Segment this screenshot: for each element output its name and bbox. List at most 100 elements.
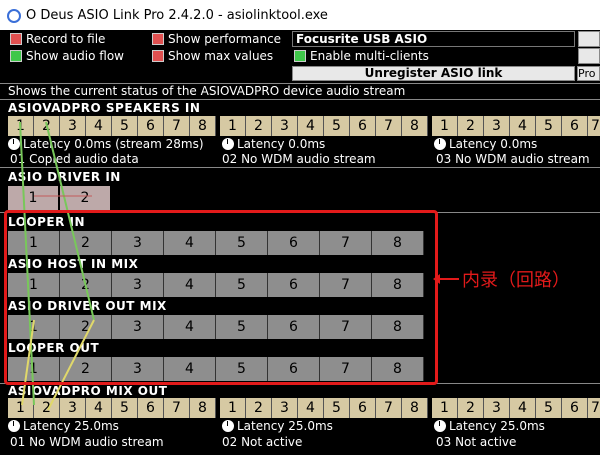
driver-out-mix-channel[interactable]: 8 [372, 315, 424, 339]
looper-in-channel[interactable]: 7 [320, 231, 372, 255]
speakers-in-channel[interactable]: 2 [246, 116, 272, 136]
device-side-button[interactable] [578, 31, 600, 47]
mix-out-stream-1: 01 No WDM audio stream [10, 435, 164, 449]
speakers-in-channel[interactable]: 1 [432, 116, 458, 136]
looper-out-channel[interactable]: 1 [8, 357, 60, 381]
driver-in-channel[interactable]: 2 [60, 186, 110, 210]
host-in-mix-channel[interactable]: 6 [268, 273, 320, 297]
multi-clients-checkbox-icon[interactable] [294, 50, 306, 62]
driver-out-mix-channel[interactable]: 7 [320, 315, 372, 339]
speakers-in-channel[interactable]: 8 [190, 116, 216, 136]
speakers-in-channel[interactable]: 6 [138, 116, 164, 136]
speakers-in-channel[interactable]: 7 [588, 116, 600, 136]
looper-out-channel[interactable]: 4 [164, 357, 216, 381]
looper-in-channel[interactable]: 5 [216, 231, 268, 255]
looper-out-channel[interactable]: 7 [320, 357, 372, 381]
looper-in-channel[interactable]: 3 [112, 231, 164, 255]
speakers-in-channel[interactable]: 5 [324, 116, 350, 136]
mix-out-channel[interactable]: 1 [8, 398, 34, 418]
mix-out-channel[interactable]: 5 [536, 398, 562, 418]
driver-out-mix-channel[interactable]: 4 [164, 315, 216, 339]
mix-out-channel[interactable]: 8 [402, 398, 428, 418]
mix-out-channel[interactable]: 7 [164, 398, 190, 418]
performance-checkbox-icon[interactable] [152, 33, 164, 45]
multi-clients-side-button[interactable] [578, 48, 600, 64]
speakers-in-channel[interactable]: 4 [86, 116, 112, 136]
speakers-in-channel[interactable]: 2 [458, 116, 484, 136]
mix-out-channel[interactable]: 3 [272, 398, 298, 418]
speakers-in-channel[interactable]: 4 [298, 116, 324, 136]
speakers-in-channel[interactable]: 7 [376, 116, 402, 136]
speakers-in-channel[interactable]: 3 [272, 116, 298, 136]
speakers-in-channel[interactable]: 8 [402, 116, 428, 136]
mix-out-channel[interactable]: 7 [376, 398, 402, 418]
mix-out-channel[interactable]: 6 [562, 398, 588, 418]
mix-out-channel[interactable]: 3 [60, 398, 86, 418]
speakers-in-channel[interactable]: 6 [562, 116, 588, 136]
audio-flow-checkbox-icon[interactable] [10, 50, 22, 62]
speakers-in-channel[interactable]: 7 [164, 116, 190, 136]
driver-out-mix-channel[interactable]: 2 [60, 315, 112, 339]
host-in-mix-channel[interactable]: 1 [8, 273, 60, 297]
mix-out-channel[interactable]: 7 [588, 398, 600, 418]
driver-in-channel[interactable]: 1 [8, 186, 58, 210]
show-audio-flow-checkbox[interactable]: Show audio flow [10, 48, 124, 64]
looper-in-channel[interactable]: 2 [60, 231, 112, 255]
host-in-mix-channel[interactable]: 3 [112, 273, 164, 297]
mix-out-channel[interactable]: 2 [458, 398, 484, 418]
mix-out-channel[interactable]: 1 [432, 398, 458, 418]
looper-in-channel[interactable]: 6 [268, 231, 320, 255]
looper-in-channel[interactable]: 1 [8, 231, 60, 255]
speakers-in-channel[interactable]: 2 [34, 116, 60, 136]
speakers-in-channel[interactable]: 5 [536, 116, 562, 136]
driver-in-title: ASIO DRIVER IN [8, 170, 121, 184]
host-in-mix-channel[interactable]: 5 [216, 273, 268, 297]
looper-out-channel[interactable]: 6 [268, 357, 320, 381]
looper-out-channel[interactable]: 5 [216, 357, 268, 381]
driver-out-mix-channel[interactable]: 3 [112, 315, 164, 339]
host-in-mix-channel[interactable]: 2 [60, 273, 112, 297]
looper-out-channel[interactable]: 8 [372, 357, 424, 381]
host-in-mix-channel[interactable]: 7 [320, 273, 372, 297]
looper-in-channel[interactable]: 8 [372, 231, 424, 255]
show-max-values-checkbox[interactable]: Show max values [152, 48, 273, 64]
enable-multi-clients-checkbox[interactable]: Enable multi-clients [294, 48, 429, 64]
looper-out-channel[interactable]: 2 [60, 357, 112, 381]
looper-in-channel[interactable]: 4 [164, 231, 216, 255]
mix-out-channel[interactable]: 4 [86, 398, 112, 418]
annotation-label: 内录（回路） [462, 270, 570, 291]
speakers-in-channel[interactable]: 1 [8, 116, 34, 136]
speakers-in-channel[interactable]: 3 [60, 116, 86, 136]
mix-out-channel[interactable]: 6 [350, 398, 376, 418]
mix-out-channel[interactable]: 4 [510, 398, 536, 418]
mix-out-channel[interactable]: 4 [298, 398, 324, 418]
host-in-mix-channels: 1 2 3 4 5 6 7 8 [8, 273, 424, 297]
host-in-mix-channel[interactable]: 8 [372, 273, 424, 297]
unregister-button[interactable]: Unregister ASIO link [292, 66, 575, 81]
driver-out-mix-channel[interactable]: 1 [8, 315, 60, 339]
mix-out-channel[interactable]: 8 [190, 398, 216, 418]
driver-out-mix-channel[interactable]: 5 [216, 315, 268, 339]
mix-out-channel[interactable]: 5 [112, 398, 138, 418]
device-select[interactable]: Focusrite USB ASIO [292, 31, 575, 47]
mix-out-channel[interactable]: 5 [324, 398, 350, 418]
looper-out-channel[interactable]: 3 [112, 357, 164, 381]
speakers-in-channel[interactable]: 1 [220, 116, 246, 136]
mix-out-channel[interactable]: 2 [34, 398, 60, 418]
speakers-in-channel[interactable]: 5 [112, 116, 138, 136]
max-values-checkbox-icon[interactable] [152, 50, 164, 62]
speakers-in-channel[interactable]: 3 [484, 116, 510, 136]
host-in-mix-channel[interactable]: 4 [164, 273, 216, 297]
speakers-in-channel[interactable]: 6 [350, 116, 376, 136]
mix-out-channel[interactable]: 6 [138, 398, 164, 418]
show-performance-checkbox[interactable]: Show performance [152, 31, 281, 47]
record-to-file-checkbox[interactable]: Record to file [10, 31, 105, 47]
record-checkbox-icon[interactable] [10, 33, 22, 45]
mix-out-channel[interactable]: 3 [484, 398, 510, 418]
speakers-in-channel[interactable]: 4 [510, 116, 536, 136]
pro-button[interactable]: Pro [577, 66, 600, 81]
mix-out-channel[interactable]: 1 [220, 398, 246, 418]
mix-out-channel[interactable]: 2 [246, 398, 272, 418]
mix-out-latency-1: Latency 25.0ms [8, 419, 119, 433]
driver-out-mix-channel[interactable]: 6 [268, 315, 320, 339]
